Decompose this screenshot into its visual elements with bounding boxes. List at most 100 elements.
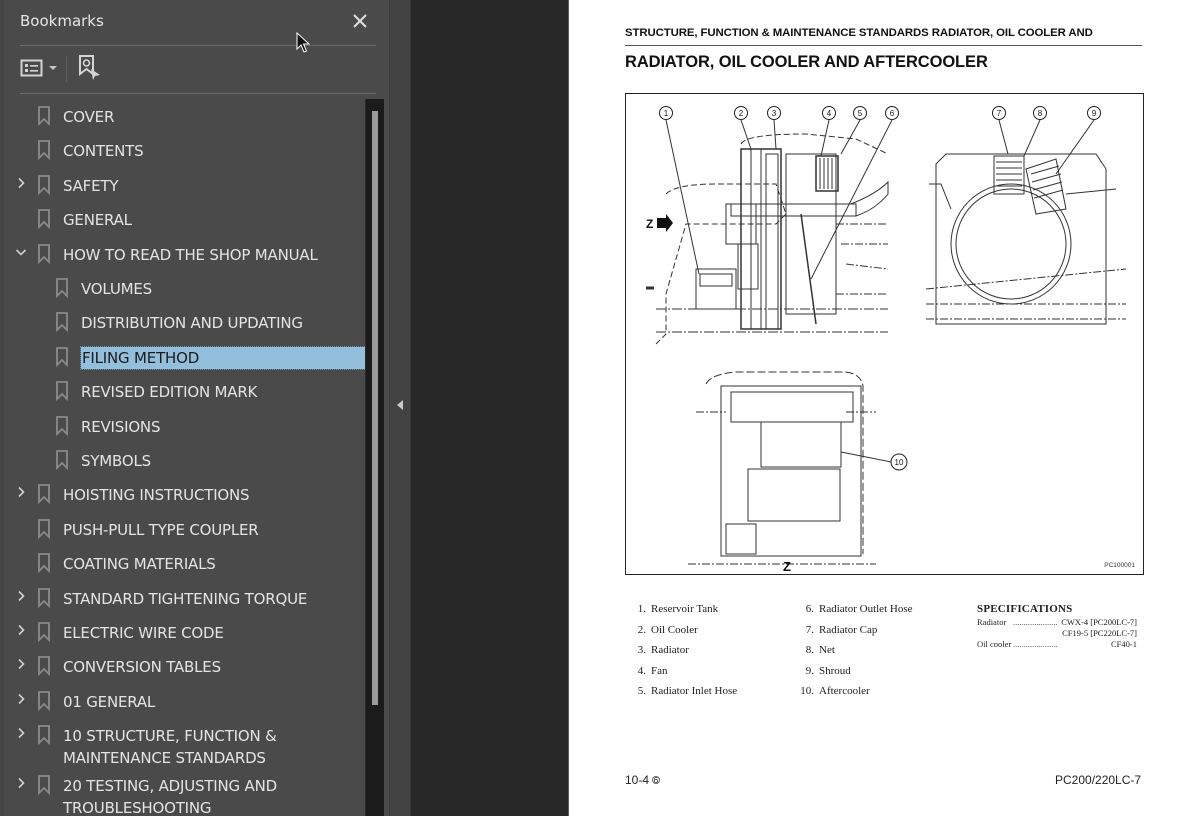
part-item: 5. Radiator Inlet Hose	[631, 685, 737, 706]
bookmark-item[interactable]: PUSH-PULL TYPE COUPLER	[0, 512, 366, 546]
bookmarks-toolbar	[18, 52, 378, 86]
spec-line: CF19-5 [PC220LC-7]	[977, 628, 1137, 639]
bookmark-item[interactable]: CONTENTS	[0, 133, 366, 167]
side-view-drawing	[646, 133, 889, 345]
caret-down-icon	[49, 66, 57, 70]
bookmark-label: COATING MATERIALS	[63, 555, 216, 574]
bookmark-icon	[37, 484, 51, 505]
bookmark-item[interactable]: HOISTING INSTRUCTIONS	[0, 477, 366, 511]
bookmark-item[interactable]: REVISIONS	[0, 409, 366, 443]
part-number: 6.	[805, 603, 814, 615]
bookmark-icon	[37, 140, 51, 161]
part-number: 7.	[805, 623, 814, 636]
bookmark-icon	[37, 106, 51, 127]
chevron-right-icon[interactable]	[14, 589, 28, 607]
part-number: 10.	[800, 685, 814, 697]
callout-label: 1	[664, 109, 669, 118]
chevron-right-icon[interactable]	[14, 692, 28, 710]
bookmark-label: REVISED EDITION MARK	[81, 383, 258, 402]
close-panel-button[interactable]	[350, 10, 370, 32]
bookmark-item[interactable]: REVISED EDITION MARK	[0, 374, 366, 408]
chevron-right-icon[interactable]	[14, 623, 28, 641]
options-button[interactable]	[20, 52, 60, 84]
bookmark-label-line2: MAINTENANCE STANDARDS	[63, 749, 266, 768]
part-item: 3. Radiator	[631, 644, 737, 665]
scrollbar-thumb[interactable]	[372, 111, 378, 705]
chevron-right-icon[interactable]	[14, 176, 28, 194]
bookmark-item[interactable]: GENERAL	[0, 202, 366, 236]
rear-view-drawing	[688, 371, 876, 565]
bookmark-item[interactable]: ELECTRIC WIRE CODE	[0, 615, 366, 649]
spec-title: SPECIFICATIONS	[977, 603, 1073, 615]
part-name: Shroud	[819, 664, 851, 677]
bookmark-item[interactable]: STANDARD TIGHTENING TORQUE	[0, 581, 366, 615]
bookmark-item[interactable]: 10 STRUCTURE, FUNCTION & MAINTENANCE STAN…	[0, 718, 366, 768]
part-item: 10. Aftercooler	[799, 685, 912, 706]
bookmark-icon	[55, 312, 69, 333]
bookmark-label: VOLUMES	[81, 280, 152, 298]
bookmark-item[interactable]: CONVERSION TABLES	[0, 649, 366, 683]
bookmark-item[interactable]: COVER	[0, 99, 366, 133]
part-number: 2.	[637, 623, 646, 636]
spec-value: CF40-1	[1111, 639, 1137, 649]
part-name: Reservoir Tank	[651, 603, 719, 615]
collapse-panel-button[interactable]	[395, 398, 407, 416]
chevron-right-icon[interactable]	[14, 776, 28, 794]
bookmark-label: STANDARD TIGHTENING TORQUE	[63, 589, 308, 608]
part-item: 2. Oil Cooler	[631, 624, 737, 645]
part-name: Aftercooler	[819, 685, 870, 697]
bookmark-icon	[37, 243, 51, 264]
bookmark-item[interactable]: VOLUMES	[0, 271, 366, 305]
bookmark-item[interactable]: COATING MATERIALS	[0, 546, 366, 580]
bookmark-item[interactable]: DISTRIBUTION AND UPDATING	[0, 305, 366, 339]
part-name: Radiator Inlet Hose	[651, 685, 738, 697]
chevron-down-icon[interactable]	[14, 245, 28, 263]
leader-5	[840, 119, 861, 155]
bookmark-label: FILING METHOD	[80, 345, 366, 370]
chevron-right-icon[interactable]	[14, 657, 28, 675]
bookmark-label-line2: TROUBLESHOOTING	[63, 798, 212, 816]
divider	[20, 93, 376, 94]
part-item: 6. Radiator Outlet Hose	[799, 603, 913, 624]
bookmark-label: GENERAL	[63, 211, 132, 230]
leader-dots: ........................................…	[1013, 639, 1057, 649]
callout-label: 3	[772, 109, 777, 118]
bookmark-icon	[55, 415, 69, 436]
bookmark-label: COVER	[63, 108, 115, 126]
bookmark-item[interactable]: HOW TO READ THE SHOP MANUAL	[0, 237, 366, 271]
callout-label: 10	[895, 458, 904, 467]
part-name: Fan	[651, 664, 668, 677]
parts-list-right: 6. Radiator Outlet Hose 7. Radiator Cap 8. Ne…	[799, 603, 912, 706]
bookmark-label: HOISTING INSTRUCTIONS	[63, 486, 250, 505]
divider	[20, 45, 376, 46]
part-number: 5.	[637, 685, 646, 697]
chevron-right-icon[interactable]	[14, 726, 28, 744]
bookmark-label: CONVERSION TABLES	[63, 658, 221, 677]
bookmarks-scrollbar[interactable]	[365, 99, 384, 816]
spec-line: Radiator................................…	[977, 617, 1137, 628]
view-arrow-icon	[657, 214, 673, 232]
bookmark-item[interactable]: SYMBOLS	[0, 443, 366, 477]
part-item: 7. Radiator Cap	[799, 624, 912, 645]
bookmark-label: SAFETY	[63, 176, 119, 195]
bookmark-tree: COVER CONTENTS SAFETY GENERAL HOW TO READ TH…	[0, 99, 366, 816]
parts-list-left: 1. Reservoir Tank 2. Oil Cooler 3. Radiator 4.…	[631, 603, 737, 706]
bookmark-item[interactable]: SAFETY	[0, 168, 366, 202]
part-name: Oil Cooler	[651, 623, 698, 636]
close-icon	[353, 14, 367, 28]
bookmark-icon	[37, 774, 51, 795]
bookmark-icon	[37, 174, 51, 195]
specifications: SPECIFICATIONS Radiator.................…	[977, 603, 1137, 650]
bookmark-item[interactable]: 01 GENERAL	[0, 684, 366, 718]
running-header: STRUCTURE, FUNCTION & MAINTENANCE STANDA…	[625, 27, 1093, 39]
spec-line: Oil cooler..............................…	[977, 639, 1137, 650]
chevron-right-icon[interactable]	[14, 485, 28, 503]
part-item: 9. Shroud	[799, 665, 912, 686]
find-current-bookmark-button[interactable]	[76, 52, 104, 84]
part-name: Radiator Cap	[819, 623, 878, 636]
bookmark-item[interactable]: 20 TESTING, ADJUSTING AND TROUBLESHOOTING	[0, 768, 366, 816]
mouse-cursor-icon	[296, 32, 310, 53]
spec-value: CWX-4 [PC200LC-7]	[1061, 617, 1137, 627]
leader-8	[1023, 119, 1041, 157]
bookmark-item[interactable]: FILING METHOD	[0, 340, 366, 374]
